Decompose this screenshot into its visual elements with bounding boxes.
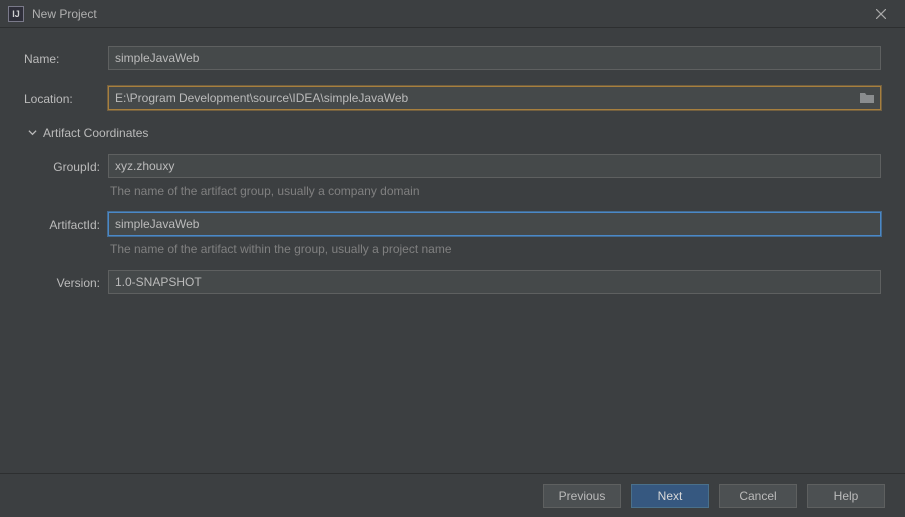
- name-input[interactable]: [108, 46, 881, 70]
- groupid-input[interactable]: [108, 154, 881, 178]
- location-input[interactable]: [108, 86, 881, 110]
- help-button[interactable]: Help: [807, 484, 885, 508]
- artifactid-hint: The name of the artifact within the grou…: [110, 242, 881, 256]
- name-row: Name:: [24, 46, 881, 70]
- version-input[interactable]: [108, 270, 881, 294]
- close-icon: [876, 9, 886, 19]
- name-label: Name:: [24, 50, 108, 66]
- titlebar: IJ New Project: [0, 0, 905, 28]
- folder-browse-icon[interactable]: [859, 90, 875, 106]
- groupid-row: GroupId:: [34, 154, 881, 178]
- artifact-coordinates-section: GroupId: The name of the artifact group,…: [24, 154, 881, 294]
- chevron-down-icon: [28, 126, 37, 140]
- button-bar: Previous Next Cancel Help: [0, 473, 905, 517]
- location-label: Location:: [24, 90, 108, 106]
- artifact-coordinates-label: Artifact Coordinates: [43, 126, 148, 140]
- groupid-label: GroupId:: [34, 158, 108, 174]
- previous-button[interactable]: Previous: [543, 484, 621, 508]
- artifact-coordinates-header[interactable]: Artifact Coordinates: [28, 126, 881, 140]
- artifactid-label: ArtifactId:: [34, 216, 108, 232]
- version-row: Version:: [34, 270, 881, 294]
- next-button[interactable]: Next: [631, 484, 709, 508]
- location-row: Location:: [24, 86, 881, 110]
- dialog-content: Name: Location: Artifact Coordinates Gro…: [0, 28, 905, 294]
- artifactid-input[interactable]: [108, 212, 881, 236]
- app-icon: IJ: [8, 6, 24, 22]
- version-label: Version:: [34, 274, 108, 290]
- close-button[interactable]: [861, 0, 901, 28]
- groupid-hint: The name of the artifact group, usually …: [110, 184, 881, 198]
- cancel-button[interactable]: Cancel: [719, 484, 797, 508]
- window-title: New Project: [32, 7, 97, 21]
- artifactid-row: ArtifactId:: [34, 212, 881, 236]
